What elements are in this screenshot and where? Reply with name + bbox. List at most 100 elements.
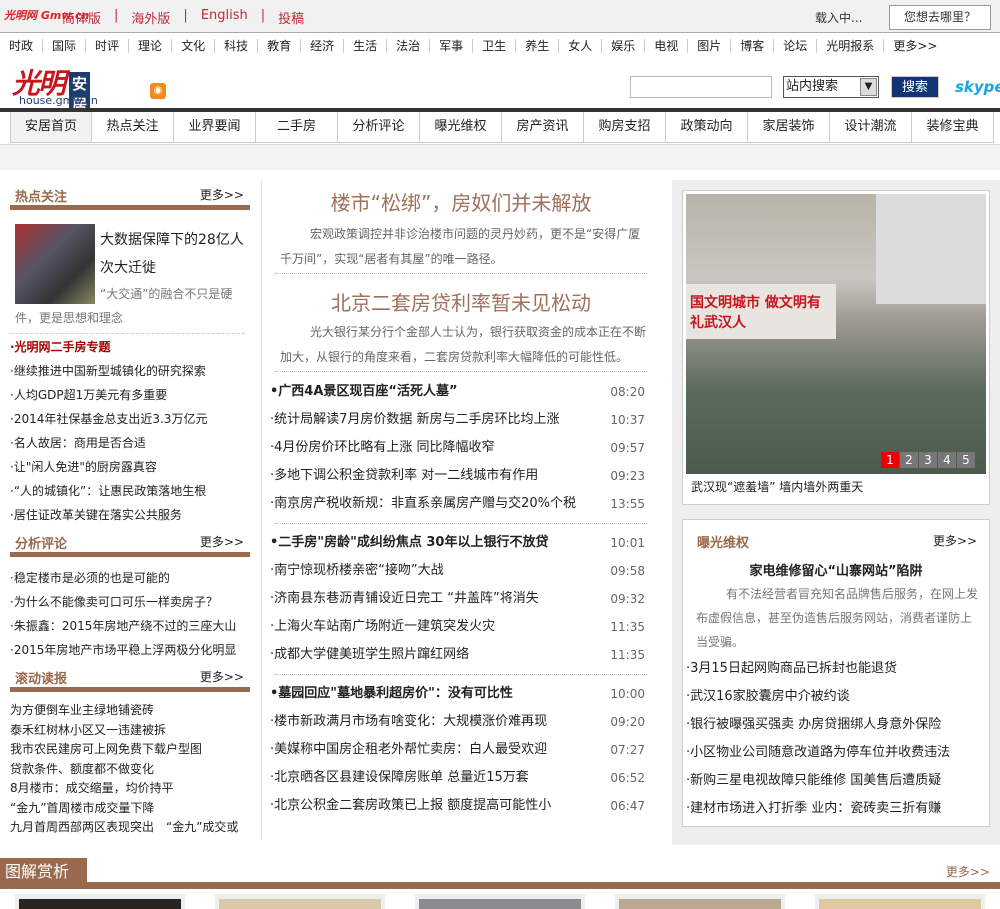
list-item[interactable]: ·继续推进中国新型城镇化的研究探索 [10,359,255,383]
channel-link[interactable]: 军事 [430,39,474,53]
channel-link[interactable]: 经济 [301,39,345,53]
list-item[interactable]: 泰禾红树林小区又一违建被拆 [10,721,255,741]
channel-link[interactable]: 时政 [0,39,44,53]
news-title[interactable]: ·北京公积金二套房政策已上报 额度提高可能性小 [270,792,551,820]
more-link[interactable]: 更多>> [946,863,990,880]
list-item[interactable]: ·银行被曝强买强卖 办房贷捆绑人身意外保险 [686,711,986,739]
news-title[interactable]: ·南京房产税收新规：非直系亲属房产赠与交20%个税 [270,490,576,518]
link-submit[interactable]: 投稿 [278,8,304,27]
gallery-thumb[interactable] [15,894,185,909]
news-title[interactable]: ·美媒称中国房企租老外帮忙卖房：白人最受欢迎 [270,736,547,764]
news-title[interactable]: ·成都大学健美班学生照片蹿红网络 [270,641,469,669]
headline-2[interactable]: 北京二套房贷利率暂未见松动 [262,287,660,316]
channel-link[interactable]: 电视 [645,39,689,53]
channel-link[interactable]: 博客 [731,39,775,53]
list-item[interactable]: ·建材市场进入打折季 业内：瓷砖卖三折有赚 [686,795,986,823]
news-title[interactable]: ·济南县东巷沥青铺设近日完工 “井盖阵”将消失 [270,585,539,613]
nav-tab[interactable]: 购房支招 [584,112,666,142]
list-item[interactable]: 九月首周西部两区表现突出 “金九”成交或 [10,818,255,838]
nav-tab[interactable]: 分析评论 [338,112,420,142]
news-title[interactable]: ·4月份房价环比略有上涨 同比降幅收窄 [270,434,495,462]
site-logo[interactable]: 光明 安居 house.gmw.cn [12,62,98,116]
list-item[interactable]: ·朱振鑫：2015年房地产绕不过的三座大山 [10,614,255,638]
gallery-thumb[interactable] [415,894,585,909]
channel-link[interactable]: 光明报系 [817,39,885,53]
news-item[interactable]: ·北京公积金二套房政策已上报 额度提高可能性小 06:47 [270,792,645,820]
feature-title[interactable]: 大数据保障下的28亿人次大迁徙 [100,226,250,282]
list-item[interactable]: 我市农民建房可上网免费下载户型图 [10,740,255,760]
nav-tab[interactable]: 设计潮流 [830,112,912,142]
list-item[interactable]: ·2014年社保基金总支出近3.3万亿元 [10,407,255,431]
list-item[interactable]: “金九”首周楼市成交量下降 [10,799,255,819]
news-title[interactable]: •广西4A景区现百座“活死人墓” [270,378,458,406]
more-link[interactable]: 更多>> [200,186,244,203]
search-input[interactable] [630,76,772,98]
news-item[interactable]: ·4月份房价环比略有上涨 同比降幅收窄 09:57 [270,434,645,462]
channel-link[interactable]: 论坛 [774,39,818,53]
list-item[interactable]: ·光明网二手房专题 [10,335,255,359]
list-item[interactable]: ·稳定楼市是必须的也是可能的 [10,566,255,590]
pager-button[interactable]: 1 [881,452,899,468]
search-scope-select[interactable]: 站内搜索 ▼ [783,76,879,98]
channel-link[interactable]: 时评 [86,39,130,53]
news-item[interactable]: •二手房"房龄"成纠纷焦点 30年以上银行不放贷 10:01 [270,529,645,557]
list-item[interactable]: ·为什么不能像卖可口可乐一样卖房子？ [10,590,255,614]
list-item[interactable]: ·2015年房地产市场平稳上浮两极分化明显 [10,638,255,662]
expose-headline[interactable]: 家电维修留心“山寨网站”陷阱 [686,560,986,579]
channel-link[interactable]: 图片 [688,39,732,53]
channel-link[interactable]: 国际 [43,39,87,53]
nav-tab[interactable]: 业界要闻 [174,112,256,142]
channel-link[interactable]: 生活 [344,39,388,53]
more-link[interactable]: 更多>> [200,533,244,550]
channel-link[interactable]: 法治 [387,39,431,53]
link-simplified[interactable]: 简体版 [62,8,101,27]
list-item[interactable]: 8月楼市：成交缩量，均价持平 [10,779,255,799]
list-item[interactable]: ·3月15日起网购商品已拆封也能退货 [686,655,986,683]
list-item[interactable]: ·“人的城镇化”：让惠民政策落地生根 [10,479,255,503]
photo-caption[interactable]: 武汉现“遮羞墙” 墙内墙外两重天 [691,478,863,495]
news-item[interactable]: ·统计局解读7月房价数据 新房与二手房环比均上涨 10:37 [270,406,645,434]
list-item[interactable]: ·名人故居：商用是否合适 [10,431,255,455]
list-item[interactable]: ·居住证改革关键在落实公共服务 [10,503,255,527]
channel-link[interactable]: 更多>> [884,39,946,53]
nav-tab[interactable]: 二手房 [256,112,338,142]
channel-link[interactable]: 女人 [559,39,603,53]
news-item[interactable]: ·美媒称中国房企租老外帮忙卖房：白人最受欢迎 07:27 [270,736,645,764]
nav-tab[interactable]: 热点关注 [92,112,174,142]
list-item[interactable]: ·武汉16家胶囊房中介被约谈 [686,683,986,711]
news-item[interactable]: ·北京晒各区县建设保障房账单 总量近15万套 06:52 [270,764,645,792]
channel-link[interactable]: 科技 [215,39,259,53]
link-english[interactable]: English [201,8,248,27]
news-item[interactable]: ·南宁惊现桥楼亲密“接吻”大战 09:58 [270,557,645,585]
news-item[interactable]: ·成都大学健美班学生照片蹿红网络 11:35 [270,641,645,669]
channel-link[interactable]: 文化 [172,39,216,53]
channel-link[interactable]: 理论 [129,39,173,53]
news-title[interactable]: ·北京晒各区县建设保障房账单 总量近15万套 [270,764,529,792]
news-item[interactable]: ·楼市新政满月市场有啥变化：大规模涨价难再现 09:20 [270,708,645,736]
pager-button[interactable]: 3 [919,452,937,468]
skype-icon[interactable]: skype [955,78,1000,96]
nav-tab[interactable]: 房产资讯 [502,112,584,142]
link-overseas[interactable]: 海外版 [131,8,170,27]
news-title[interactable]: ·多地下调公积金贷款利率 对一二线城市有作用 [270,462,538,490]
slideshow-photo[interactable]: 国文明城市 做文明有礼武汉人 [686,194,986,474]
channel-link[interactable]: 教育 [258,39,302,53]
news-item[interactable]: •墓园回应"墓地暴利超房价"：没有可比性 10:00 [270,680,645,708]
news-title[interactable]: •二手房"房龄"成纠纷焦点 30年以上银行不放贷 [270,529,548,557]
pager-button[interactable]: 4 [938,452,956,468]
channel-link[interactable]: 卫生 [473,39,517,53]
news-item[interactable]: ·多地下调公积金贷款利率 对一二线城市有作用 09:23 [270,462,645,490]
news-item[interactable]: ·南京房产税收新规：非直系亲属房产赠与交20%个税 13:55 [270,490,645,518]
news-title[interactable]: •墓园回应"墓地暴利超房价"：没有可比性 [270,680,513,708]
nav-tab[interactable]: 装修宝典 [912,112,994,142]
list-item[interactable]: 贷款条件、额度都不做变化 [10,760,255,780]
news-item[interactable]: •广西4A景区现百座“活死人墓” 08:20 [270,378,645,406]
channel-link[interactable]: 养生 [516,39,560,53]
gallery-thumb[interactable] [215,894,385,909]
news-title[interactable]: ·上海火车站南广场附近一建筑突发火灾 [270,613,495,641]
list-item[interactable]: ·让"闲人免进"的厨房露真容 [10,455,255,479]
more-link[interactable]: 更多>> [200,668,244,685]
list-item[interactable]: ·新购三星电视故障只能维修 国美售后遭质疑 [686,767,986,795]
nav-tab[interactable]: 家居装饰 [748,112,830,142]
gallery-thumb[interactable] [815,894,985,909]
